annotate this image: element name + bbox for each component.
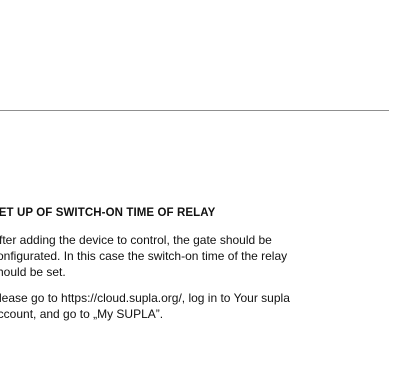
section-heading: SET UP OF SWITCH-ON TIME OF RELAY: [0, 207, 216, 219]
section-divider: [0, 110, 389, 111]
paragraph-line: Please go to https://cloud.supla.org/, l…: [0, 291, 290, 305]
relay-setup-section: SET UP OF SWITCH-ON TIME OF RELAY After …: [0, 205, 391, 322]
paragraph-line: account, and go to „My SUPLA”.: [0, 307, 164, 321]
paragraph-line: should be set.: [0, 265, 66, 279]
paragraph-line: configurated. In this case the switch-on…: [0, 249, 288, 263]
paragraph-line: After adding the device to control, the …: [0, 233, 272, 247]
paragraph-configuration: After adding the device to control, the …: [0, 232, 391, 280]
paragraph-instructions: Please go to https://cloud.supla.org/, l…: [0, 290, 391, 322]
